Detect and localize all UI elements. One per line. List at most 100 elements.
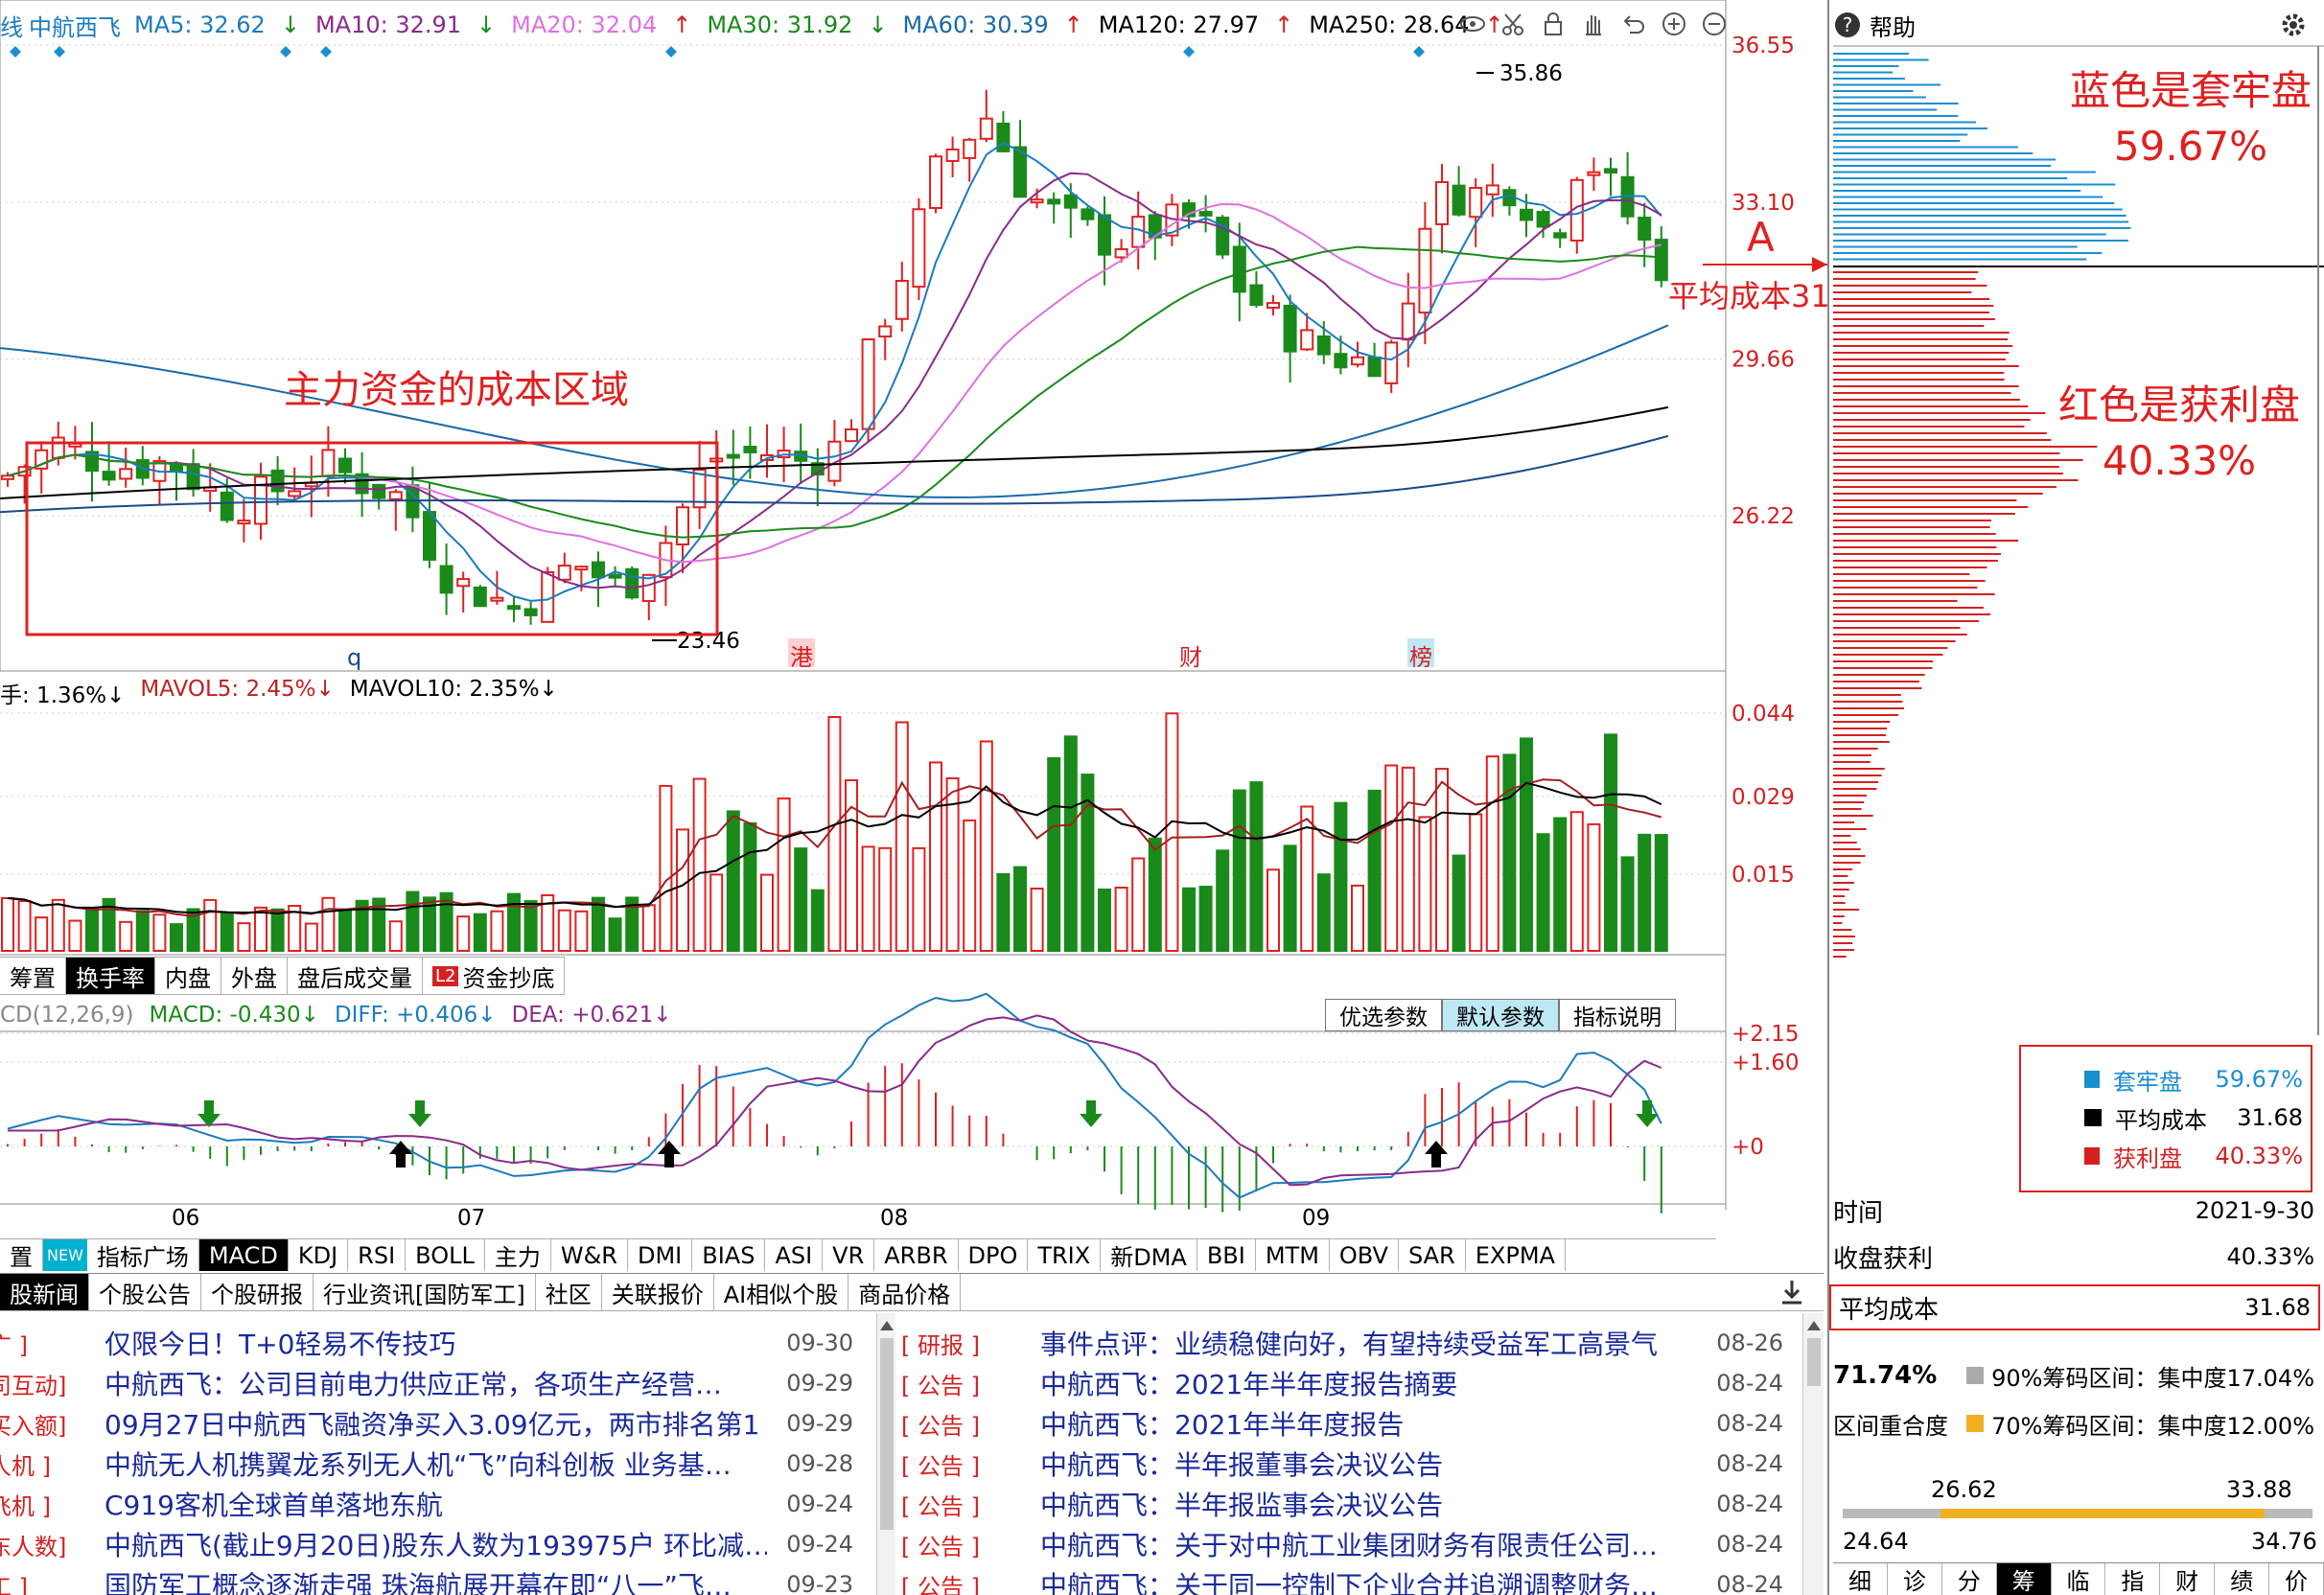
news-title[interactable]: 国防军工概念逐渐走强 珠海航展开幕在即“八一”飞…	[105, 1565, 767, 1595]
event-marker-1[interactable]: 港	[790, 644, 813, 671]
indicator-tab-11[interactable]: ASI	[765, 1239, 823, 1271]
indicator-tab-14[interactable]: DPO	[959, 1239, 1029, 1271]
event-diamond[interactable]	[1183, 46, 1195, 58]
panel-tab-7[interactable]: 绩	[2215, 1563, 2269, 1595]
news-title[interactable]: 事件点评：业绩稳健向好，有望持续受益军工高景气	[1040, 1324, 1697, 1362]
indicator-tab-19[interactable]: OBV	[1330, 1239, 1399, 1271]
news-title[interactable]: 中航西飞：2021年半年度报告摘要	[1040, 1364, 1697, 1402]
candle-body	[289, 491, 300, 496]
news-tab-2[interactable]: 个股研报	[201, 1274, 314, 1310]
news-item[interactable]: 大飞机 ]C919客机全球首单落地东航09-24	[0, 1484, 853, 1524]
macd-button-1[interactable]: 默认参数	[1442, 999, 1559, 1031]
news-item[interactable]: [ 公告 ]中航西飞：关于对中航工业集团财务有限责任公司…08-24	[901, 1524, 1783, 1564]
macd-button-2[interactable]: 指标说明	[1559, 999, 1676, 1031]
news-tab-0[interactable]: 股新闻	[0, 1274, 89, 1310]
event-diamond[interactable]	[665, 46, 677, 58]
news-item[interactable]: 无人机 ]中航无人机携翼龙系列无人机“飞”向科创板 业务基…09-28	[0, 1444, 853, 1484]
panel-tab-2[interactable]: 分	[1942, 1563, 1997, 1595]
news-item[interactable]: 股东人数]中航西飞(截止9月20日)股东人数为193975户 环比减…09-24	[0, 1524, 853, 1564]
event-diamond[interactable]	[280, 46, 291, 58]
indicator-tab-15[interactable]: TRIX	[1028, 1239, 1101, 1271]
event-diamond[interactable]	[54, 46, 65, 58]
news-item[interactable]: 推广 ]仅限今日！T+0轻易不传技巧09-30	[0, 1323, 853, 1363]
panel-tab-1[interactable]: 诊	[1888, 1563, 1942, 1595]
news-date: 08-24	[1697, 1410, 1783, 1437]
indicator-tab-4[interactable]: KDJ	[289, 1239, 348, 1271]
indicator-tab-9[interactable]: DMI	[628, 1239, 692, 1271]
event-diamond[interactable]	[320, 46, 332, 58]
indicator-tab-2[interactable]: 指标广场	[87, 1239, 199, 1271]
indicator-tab-5[interactable]: RSI	[348, 1239, 406, 1271]
volume-bar	[491, 912, 502, 951]
indicator-tab-3[interactable]: MACD	[199, 1239, 289, 1271]
news-title[interactable]: C919客机全球首单落地东航	[105, 1485, 767, 1523]
indicator-tab-7[interactable]: 主力	[485, 1239, 551, 1271]
news-title[interactable]: 中航西飞：关于对中航工业集团财务有限责任公司…	[1040, 1525, 1697, 1563]
news-item[interactable]: [ 公告 ]中航西飞：关于同一控制下企业合并追溯调整财务…08-24	[901, 1564, 1783, 1595]
event-marker-2[interactable]: 财	[1179, 644, 1202, 671]
candle-body	[390, 492, 402, 498]
panel-tab-8[interactable]: 价	[2269, 1563, 2324, 1595]
news-title[interactable]: 仅限今日！T+0轻易不传技巧	[105, 1324, 767, 1362]
indicator-tab-21[interactable]: EXPMA	[1466, 1239, 1566, 1271]
news-item[interactable]: [ 公告 ]中航西飞：半年报监事会决议公告08-24	[901, 1484, 1783, 1524]
news-title[interactable]: 中航西飞：关于同一控制下企业合并追溯调整财务…	[1040, 1565, 1697, 1595]
panel-tab-5[interactable]: 指	[2105, 1563, 2160, 1595]
volume-bar	[677, 829, 688, 951]
news-title[interactable]: 中航无人机携翼龙系列无人机“飞”向科创板 业务基…	[105, 1445, 767, 1483]
download-icon[interactable]	[1779, 1279, 1804, 1306]
candle-body	[53, 438, 64, 458]
panel-tab-4[interactable]: 临	[2052, 1563, 2106, 1595]
news-item[interactable]: [ 公告 ]中航西飞：2021年半年度报告摘要08-24	[901, 1363, 1783, 1403]
news-tab-1[interactable]: 个股公告	[89, 1274, 201, 1310]
macd-button-0[interactable]: 优选参数	[1325, 999, 1442, 1031]
news-title[interactable]: 中航西飞：半年报监事会决议公告	[1040, 1485, 1697, 1523]
news-date: 08-24	[1697, 1531, 1783, 1558]
indicator-tab-20[interactable]: SAR	[1399, 1239, 1466, 1271]
event-diamond[interactable]	[1413, 46, 1425, 58]
stock-chart[interactable]: 36.5533.1029.6626.2235.8623.46主力资金的成本区域A…	[0, 0, 1833, 1246]
news-tab-4[interactable]: 社区	[536, 1274, 602, 1310]
panel-tab-3[interactable]: 筹	[1997, 1563, 2052, 1595]
vol-tab-0[interactable]: 筹置	[0, 958, 66, 994]
panel-tab-0[interactable]: 细	[1833, 1563, 1888, 1595]
news-item[interactable]: [ 研报 ]事件点评：业绩稳健向好，有望持续受益军工高景气08-26	[901, 1323, 1783, 1363]
vol-tab-3[interactable]: 外盘	[221, 958, 288, 994]
indicator-tab-18[interactable]: MTM	[1256, 1239, 1330, 1271]
news-item[interactable]: [ 公告 ]中航西飞：2021年半年度报告08-24	[901, 1403, 1783, 1444]
indicator-tab-16[interactable]: 新DMA	[1101, 1239, 1197, 1271]
news-item[interactable]: 军工 ]国防军工概念逐渐走强 珠海航展开幕在即“八一”飞…09-23	[0, 1564, 853, 1595]
indicator-tab-13[interactable]: ARBR	[874, 1239, 958, 1271]
news-right-scrollbar[interactable]	[1802, 1313, 1824, 1595]
indicator-tab-8[interactable]: W&R	[551, 1239, 628, 1271]
news-item[interactable]: 争买入额]09月27日中航西飞融资净买入3.09亿元，两市排名第109-29	[0, 1403, 853, 1444]
indicator-tab-10[interactable]: BIAS	[692, 1239, 765, 1271]
news-left-scrollbar[interactable]	[876, 1313, 895, 1595]
news-item[interactable]: 公司互动]中航西飞：公司目前电力供应正常，各项生产经营…09-29	[0, 1363, 853, 1403]
indicator-tab-12[interactable]: VR	[823, 1239, 874, 1271]
news-tab-5[interactable]: 关联报价	[602, 1274, 714, 1310]
news-tab-7[interactable]: 商品价格	[848, 1274, 961, 1310]
indicator-tab-1[interactable]: NEW	[43, 1239, 87, 1271]
news-tab-3[interactable]: 行业资讯[国防军工]	[314, 1274, 536, 1310]
news-item[interactable]: [ 公告 ]中航西飞：半年报董事会决议公告08-24	[901, 1444, 1783, 1484]
news-title[interactable]: 中航西飞：半年报董事会决议公告	[1040, 1445, 1697, 1483]
news-title[interactable]: 中航西飞：公司目前电力供应正常，各项生产经营…	[105, 1364, 767, 1402]
legend-swatch-1	[2084, 1109, 2102, 1126]
panel-tab-6[interactable]: 财	[2160, 1563, 2215, 1595]
event-marker-0[interactable]: q	[347, 644, 361, 671]
indicator-tab-17[interactable]: BBI	[1197, 1239, 1256, 1271]
indicator-tab-6[interactable]: BOLL	[406, 1239, 485, 1271]
event-diamond[interactable]	[10, 46, 21, 58]
vol-tab-2[interactable]: 内盘	[155, 958, 221, 994]
news-title[interactable]: 中航西飞：2021年半年度报告	[1040, 1404, 1697, 1443]
indicator-tab-0[interactable]: 置	[0, 1239, 43, 1271]
news-title[interactable]: 中航西飞(截止9月20日)股东人数为193975户 环比减…	[105, 1525, 767, 1563]
event-marker-3[interactable]: 榜	[1409, 644, 1432, 671]
news-tab-6[interactable]: AI相似个股	[714, 1274, 849, 1310]
vol-tab-1[interactable]: 换手率	[66, 958, 155, 994]
news-title[interactable]: 09月27日中航西飞融资净买入3.09亿元，两市排名第1	[105, 1404, 767, 1443]
vol-tab-4[interactable]: 盘后成交量	[288, 958, 423, 994]
vol-tab-5[interactable]: L2资金抄底	[423, 958, 565, 994]
high-label: 35.86	[1499, 61, 1563, 86]
